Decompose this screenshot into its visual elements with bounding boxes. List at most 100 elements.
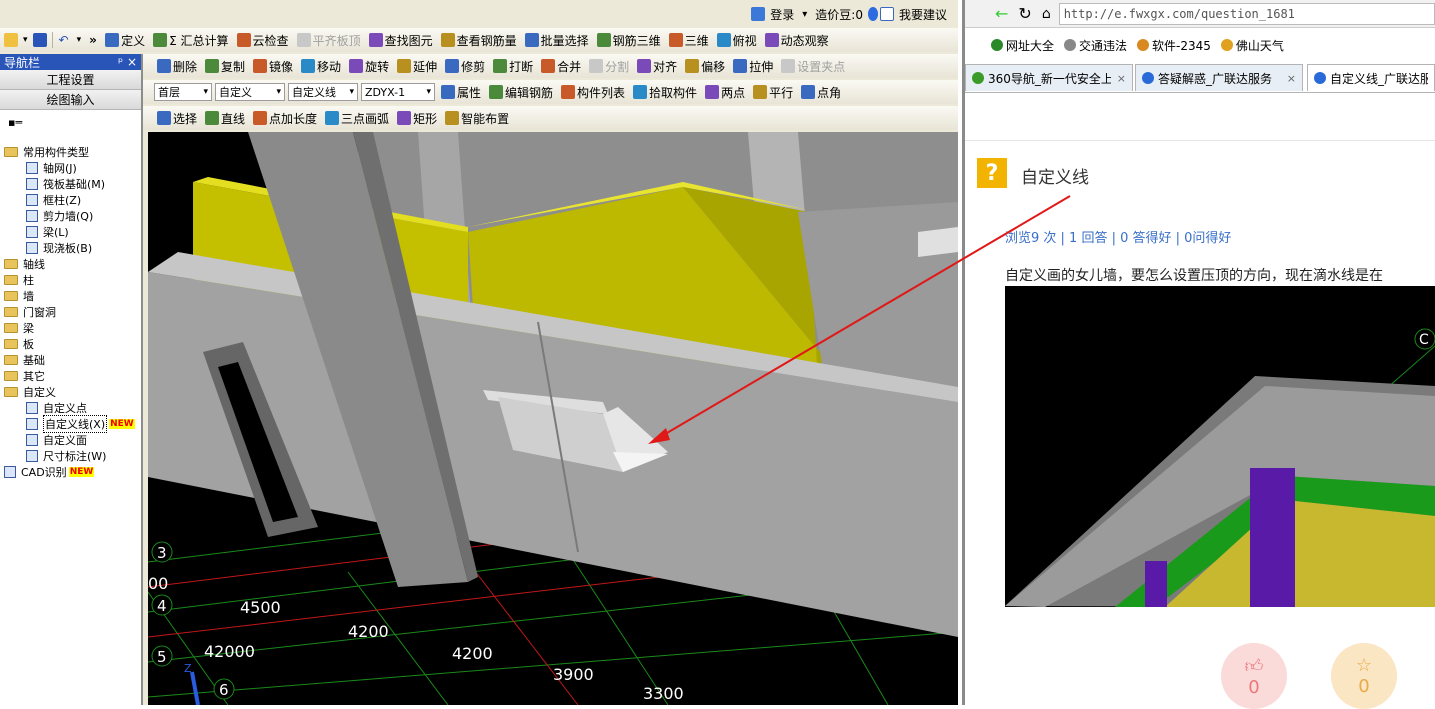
three-point-arc-button[interactable]: 三点画弧 [322, 108, 392, 128]
tree-item[interactable]: 柱 [0, 272, 140, 288]
tree-item[interactable]: 轴线 [0, 256, 140, 272]
tree-item-label: 板 [23, 338, 34, 351]
3d-button[interactable]: 三维 [666, 30, 712, 50]
tree-item[interactable]: 板 [0, 336, 140, 352]
drawing-input-button[interactable]: 绘图输入 [0, 90, 141, 110]
collapse-all-icon[interactable]: ▪═ [8, 116, 22, 129]
dynamic-observe-button[interactable]: 动态观察 [762, 30, 832, 50]
tree-item[interactable]: 自定义 [0, 384, 140, 400]
tree-item[interactable]: 框柱(Z) [0, 192, 140, 208]
tab-close-icon[interactable]: × [1281, 72, 1296, 85]
floor-select[interactable]: 首层 [154, 83, 212, 101]
rotate-button[interactable]: 旋转 [346, 56, 392, 76]
3d-viewport[interactable]: 3 4 5 6 00 4500 4200 42000 4200 3900 3300 Z [148, 132, 958, 705]
parallel-button[interactable]: 平行 [750, 82, 796, 102]
code-select[interactable]: ZDYX-1 [361, 83, 435, 101]
flush-slab-button[interactable]: 平齐板顶 [294, 30, 364, 50]
define-button[interactable]: 定义 [102, 30, 148, 50]
delete-button[interactable]: 删除 [154, 56, 200, 76]
refresh-icon[interactable]: ↻ [1018, 4, 1031, 23]
merge-button[interactable]: 合并 [538, 56, 584, 76]
cloud-check-button[interactable]: 云检查 [234, 30, 292, 50]
align-button[interactable]: 对齐 [634, 56, 680, 76]
login-link[interactable]: 登录 [767, 4, 797, 24]
move-button[interactable]: 移动 [298, 56, 344, 76]
subtype-select[interactable]: 自定义线 [288, 83, 358, 101]
bookmark-item[interactable]: 佛山天气 [1220, 37, 1284, 54]
point-angle-button[interactable]: 点角 [798, 82, 844, 102]
browser-tab[interactable]: 自定义线_广联达服务 [1307, 64, 1435, 91]
bookmark-item[interactable]: 软件-2345 [1137, 37, 1211, 54]
two-points-button[interactable]: 两点 [702, 82, 748, 102]
favorite-button[interactable]: ☆ 0 [1331, 643, 1397, 709]
break-button[interactable]: 打断 [490, 56, 536, 76]
tree-item[interactable]: 常用构件类型 [0, 144, 140, 160]
type-select[interactable]: 自定义 [215, 83, 285, 101]
undo-dropdown-icon[interactable]: ▾ [74, 30, 85, 50]
mic-icon[interactable] [867, 7, 878, 21]
stretch-button[interactable]: 拉伸 [730, 56, 776, 76]
line-button[interactable]: 直线 [202, 108, 248, 128]
offset-button[interactable]: 偏移 [682, 56, 728, 76]
tree-item[interactable]: 门窗洞 [0, 304, 140, 320]
rebar-3d-button[interactable]: 钢筋三维 [594, 30, 664, 50]
view-rebar-button[interactable]: 查看钢筋量 [438, 30, 520, 50]
smart-place-button[interactable]: 智能布置 [442, 108, 512, 128]
split-button[interactable]: 分割 [586, 56, 632, 76]
select-button[interactable]: 选择 [154, 108, 200, 128]
browser-tab[interactable]: 360导航_新一代安全上 × [965, 64, 1133, 91]
rectangle-button[interactable]: 矩形 [394, 108, 440, 128]
tree-item[interactable]: 梁 [0, 320, 140, 336]
point-length-button[interactable]: 点加长度 [250, 108, 320, 128]
batch-select-button[interactable]: 批量选择 [522, 30, 592, 50]
tree-item[interactable]: 自定义点 [0, 400, 140, 416]
back-icon[interactable]: ← [995, 4, 1008, 23]
point-length-icon [253, 111, 268, 125]
trim-button[interactable]: 修剪 [442, 56, 488, 76]
open-dropdown-icon[interactable]: ▾ [20, 30, 31, 50]
tab-close-icon[interactable]: × [1111, 72, 1126, 85]
browser-tab[interactable]: 答疑解惑_广联达服务 × [1135, 64, 1303, 91]
top-view-button[interactable]: 俯视 [714, 30, 760, 50]
tree-item[interactable]: 轴网(J) [0, 160, 140, 176]
tree-item[interactable]: 基础 [0, 352, 140, 368]
tree-item[interactable]: 现浇板(B) [0, 240, 140, 256]
find-element-button[interactable]: 查找图元 [366, 30, 436, 50]
tree-item[interactable]: 筏板基础(M) [0, 176, 140, 192]
save-icon[interactable] [32, 33, 47, 47]
close-icon[interactable]: ᵖ × [118, 55, 137, 69]
copy-button[interactable]: 复制 [202, 56, 248, 76]
login-dropdown-icon[interactable]: ▾ [799, 4, 810, 24]
like-button[interactable]: 👍︎ 0 [1221, 643, 1287, 709]
properties-button[interactable]: 属性 [438, 82, 484, 102]
mirror-button[interactable]: 镜像 [250, 56, 296, 76]
tree-item[interactable]: 其它 [0, 368, 140, 384]
project-settings-button[interactable]: 工程设置 [0, 70, 141, 90]
component-list-button[interactable]: 构件列表 [558, 82, 628, 102]
tree-item[interactable]: 梁(L) [0, 224, 140, 240]
open-folder-icon[interactable] [4, 33, 18, 47]
tree-item-label: 筏板基础(M) [43, 178, 106, 191]
suggest-link[interactable]: 我要建议 [896, 4, 950, 24]
url-input[interactable]: http://e.fwxgx.com/question_1681 [1058, 2, 1435, 25]
summary-calc-button[interactable]: Σ 汇总计算 [150, 30, 231, 50]
overflow-icon[interactable]: » [86, 30, 100, 50]
question-stats[interactable]: 浏览9 次 | 1 回答 | 0 答得好 | 0问得好 [1005, 227, 1231, 246]
tree-item[interactable]: 尺寸标注(W) [0, 448, 140, 464]
bookmark-item[interactable]: 交通违法 [1064, 37, 1127, 54]
three-point-arc-label: 三点画弧 [341, 111, 390, 126]
tree-item[interactable]: 自定义面 [0, 432, 140, 448]
bookmark-item[interactable]: 网址大全 [991, 37, 1054, 54]
edit-rebar-button[interactable]: 编辑钢筋 [486, 82, 556, 102]
tree-item[interactable]: 剪力墙(Q) [0, 208, 140, 224]
tree-item[interactable]: 自定义线(X) NEW [0, 415, 140, 433]
edit-rebar-icon [489, 85, 504, 99]
tree-item[interactable]: CAD识别 NEW [0, 464, 140, 480]
tree-item[interactable]: 墙 [0, 288, 140, 304]
set-grip-button[interactable]: 设置夹点 [778, 56, 848, 76]
pick-component-button[interactable]: 拾取构件 [630, 82, 700, 102]
question-image[interactable]: C [1005, 286, 1435, 607]
extend-button[interactable]: 延伸 [394, 56, 440, 76]
home-icon[interactable]: ⌂ [1042, 6, 1051, 22]
undo-icon[interactable]: ↶ [56, 30, 72, 50]
